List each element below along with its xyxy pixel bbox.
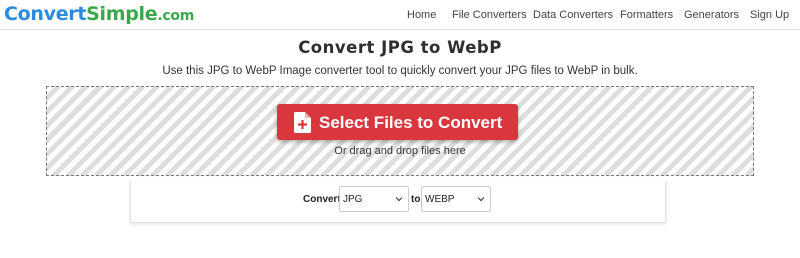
top-navbar: ConvertSimple.com Home File Converters D… — [0, 0, 800, 30]
nav-sign-up[interactable]: Sign Up — [750, 9, 789, 21]
to-format-select[interactable]: WEBP — [421, 186, 491, 212]
nav-data-converters[interactable]: Data Converters — [533, 9, 613, 21]
drag-drop-hint: Or drag and drop files here — [334, 145, 466, 157]
from-format-select[interactable]: JPG — [339, 186, 409, 212]
chevron-down-icon — [477, 197, 485, 202]
site-logo[interactable]: ConvertSimple.com — [4, 3, 194, 25]
select-files-label: Select Files to Convert — [319, 113, 503, 132]
logo-text-simple: Simple — [86, 3, 158, 25]
page-title: Convert JPG to WebP — [298, 38, 502, 57]
page-subtitle: Use this JPG to WebP Image converter too… — [162, 65, 638, 77]
to-format-value: WEBP — [425, 194, 455, 205]
file-plus-icon — [294, 112, 311, 133]
nav-home[interactable]: Home — [407, 9, 436, 21]
chevron-down-icon — [395, 197, 403, 202]
nav-generators[interactable]: Generators — [684, 9, 739, 21]
logo-text-domain: .com — [157, 8, 194, 24]
nav-file-converters[interactable]: File Converters — [452, 9, 527, 21]
nav-formatters[interactable]: Formatters — [620, 9, 673, 21]
select-files-button[interactable]: Select Files to Convert — [277, 104, 518, 140]
to-label: to — [411, 194, 421, 205]
logo-text-convert: Convert — [4, 3, 87, 25]
from-format-value: JPG — [343, 194, 363, 205]
convert-label: Convert — [303, 194, 341, 205]
